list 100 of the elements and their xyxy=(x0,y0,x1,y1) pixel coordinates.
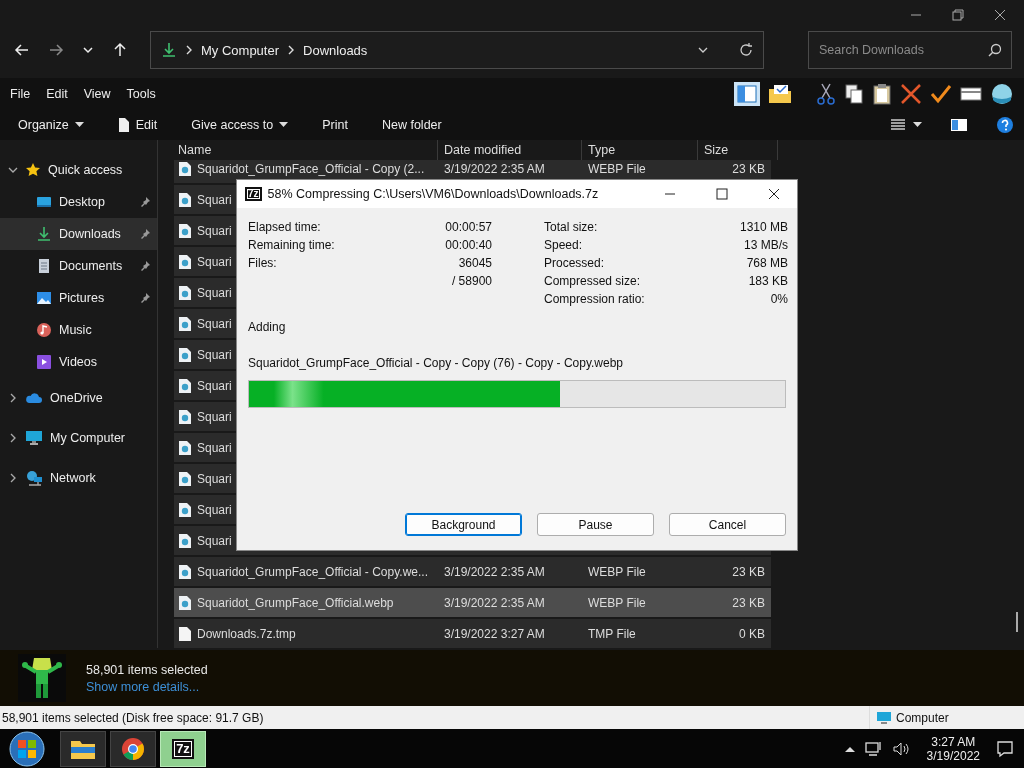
image-file-icon xyxy=(178,563,192,580)
volume-icon xyxy=(892,741,911,757)
caret-up-icon xyxy=(844,745,855,753)
file-name: Squari xyxy=(197,409,232,424)
file-row[interactable]: Downloads.7z.tmp 3/19/2022 3:27 AM TMP File 0 KB xyxy=(174,619,771,648)
file-row[interactable]: Squaridot_GrumpFace_Official - Copy.we... 3/19/2022 2:35 AM WEBP File 23 KB xyxy=(174,557,771,586)
tree-item[interactable]: Pictures xyxy=(0,282,157,314)
chevron-right-icon xyxy=(185,45,193,55)
stat-label: Compression ratio: xyxy=(544,292,645,308)
dialog-button[interactable]: Pause xyxy=(537,513,654,536)
menu-item[interactable]: Edit xyxy=(46,87,68,101)
size-cell-text: 0 KB xyxy=(738,626,766,641)
document-icon xyxy=(36,258,52,274)
taskbar-app[interactable]: 7z xyxy=(160,731,206,767)
tree-item-label: Quick access xyxy=(48,163,124,177)
tree-item-label: My Computer xyxy=(50,431,127,445)
status-text: 58,901 items selected (Disk free space: 91.7 GB) xyxy=(2,710,264,725)
image-file-icon xyxy=(178,160,192,177)
command-button[interactable]: Edit xyxy=(109,113,166,137)
stat-label: Compressed size: xyxy=(544,274,641,290)
pin-icon xyxy=(139,292,151,304)
folder-icon xyxy=(70,738,96,760)
checkmark-icon xyxy=(930,84,952,104)
maximize-icon xyxy=(716,188,728,200)
breadcrumb[interactable]: Downloads xyxy=(303,42,368,58)
tree-item[interactable]: My Computer xyxy=(0,418,157,458)
location-label: Computer xyxy=(896,710,949,725)
download-icon xyxy=(36,226,52,242)
tree-item[interactable]: Videos xyxy=(0,346,157,378)
tree-item[interactable]: Desktop xyxy=(0,186,157,218)
caret-icon xyxy=(74,122,84,128)
file-name: Squari xyxy=(197,471,232,486)
file-name: Squaridot_GrumpFace_Official - Copy.we... xyxy=(197,564,428,579)
dialog-title: 58% Compressing C:\Users\VM6\Downloads\Downloads.7z xyxy=(267,187,599,201)
image-file-icon xyxy=(178,532,192,549)
music-icon xyxy=(36,322,52,338)
app-logo: 7z xyxy=(172,739,194,759)
image-file-icon xyxy=(178,315,192,332)
up-arrow-icon xyxy=(112,42,128,58)
date-cell-text: 3/19/2022 2:35 AM xyxy=(443,595,546,610)
folder-check-icon xyxy=(768,84,792,104)
tree-item-label: OneDrive xyxy=(50,391,104,405)
stat-value: 36045 xyxy=(458,256,492,272)
file-name: Squari xyxy=(197,378,232,393)
taskbar-app[interactable] xyxy=(60,731,106,767)
dialog-button[interactable]: Cancel xyxy=(669,513,786,536)
date-cell-text: 3/19/2022 2:35 AM xyxy=(443,161,546,176)
stat-value: 183 KB xyxy=(748,274,788,290)
tree-item[interactable]: Downloads xyxy=(0,218,157,250)
image-file-icon xyxy=(178,377,192,394)
pin-icon xyxy=(139,196,151,208)
chevron-right-icon xyxy=(8,473,18,483)
stat-label: Files: xyxy=(248,256,277,272)
tree-item-label: Downloads xyxy=(59,227,122,241)
details-link[interactable]: Show more details... xyxy=(86,679,208,694)
clock-time: 3:27 AM xyxy=(931,735,976,749)
delete-cross-icon xyxy=(900,83,922,105)
back-arrow-icon xyxy=(14,42,30,58)
image-file-icon xyxy=(178,408,192,425)
pin-icon xyxy=(139,228,151,240)
start-button[interactable] xyxy=(6,728,48,768)
image-file-icon xyxy=(178,439,192,456)
start-orb-icon xyxy=(8,730,46,768)
tree-item[interactable]: Quick access xyxy=(0,154,157,186)
desktop-icon xyxy=(36,194,52,210)
close-icon xyxy=(768,188,780,200)
image-file-icon xyxy=(178,470,192,487)
command-button[interactable]: New folder xyxy=(373,114,450,136)
file-name: Downloads.7z.tmp xyxy=(197,626,296,641)
menu-item[interactable]: Tools xyxy=(126,87,156,101)
command-button[interactable]: Give access to xyxy=(183,114,297,136)
tree-item-label: Videos xyxy=(59,355,98,369)
stat-value: / 58900 xyxy=(451,274,492,290)
type-cell-text: WEBP File xyxy=(587,161,647,176)
address-bar[interactable]: My Computer Downloads xyxy=(150,31,764,69)
menu-item[interactable]: File xyxy=(10,87,31,101)
taskbar-app[interactable] xyxy=(110,731,156,767)
image-file-icon xyxy=(178,222,192,239)
menu-item[interactable]: View xyxy=(83,87,111,101)
file-row[interactable]: Squaridot_GrumpFace_Official.webp 3/19/2022 2:35 AM WEBP File 23 KB xyxy=(174,588,771,617)
tree-item[interactable]: Documents xyxy=(0,250,157,282)
tree-item[interactable]: OneDrive xyxy=(0,378,157,418)
caret-icon xyxy=(279,122,289,128)
tree-item[interactable]: Music xyxy=(0,314,157,346)
file-name: Squari xyxy=(197,254,232,269)
tree-item[interactable]: Network xyxy=(0,458,157,498)
preview-pane-button[interactable] xyxy=(734,82,760,106)
tree-item-label: Pictures xyxy=(59,291,106,305)
notification-icon xyxy=(996,740,1014,758)
close-icon xyxy=(994,9,1006,21)
command-button[interactable]: Organize xyxy=(10,114,92,136)
stat-value: 0% xyxy=(770,292,788,308)
command-button[interactable]: Print xyxy=(314,114,356,136)
tree-item-label: Network xyxy=(50,471,97,485)
breadcrumb[interactable]: My Computer xyxy=(201,42,280,58)
clipboard-icon xyxy=(872,83,892,105)
operation-label: Adding xyxy=(248,320,287,334)
dialog-button[interactable]: Background xyxy=(405,513,522,536)
search-field[interactable]: Search Downloads xyxy=(808,31,1012,69)
tree-item-label: Desktop xyxy=(59,195,106,209)
